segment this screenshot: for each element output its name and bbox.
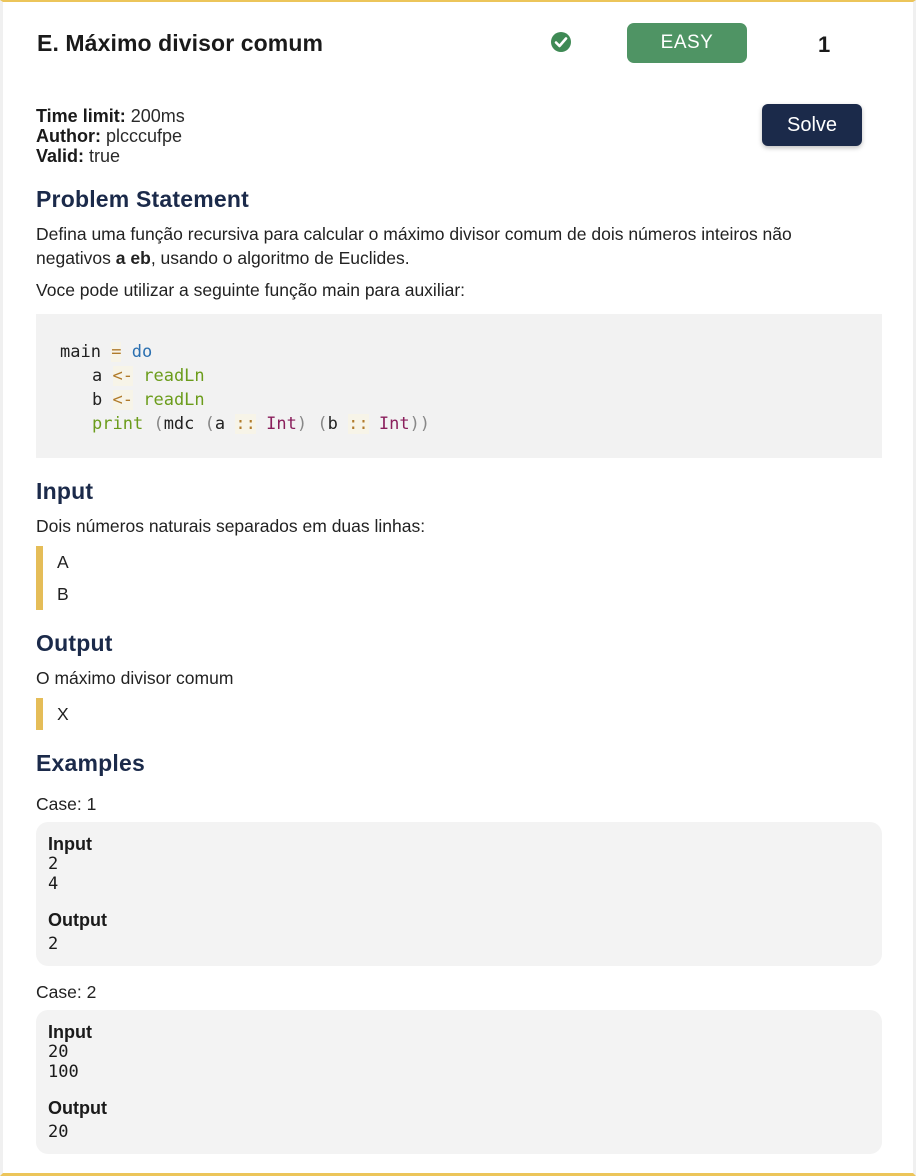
statement-heading: Problem Statement	[36, 186, 250, 212]
example-input-line: 2	[48, 854, 59, 874]
code-token: readLn	[143, 390, 205, 410]
example-input-line: 20	[48, 1042, 69, 1062]
example-input-line: 4	[48, 874, 59, 894]
problem-title: E. Máximo divisor comum	[37, 30, 324, 56]
statement-text-bold: a eb	[115, 248, 151, 268]
valid-label: Valid:	[36, 146, 85, 166]
example-case-1: Input 2 4 Output 2	[36, 822, 882, 966]
example-input-label: Input	[48, 834, 92, 854]
code-token: ::	[235, 414, 256, 434]
code-token: (	[153, 414, 164, 434]
example-input-label: Input	[48, 1022, 92, 1042]
author-label: Author:	[36, 126, 101, 146]
code-token: mdc	[163, 414, 195, 434]
case-label: Case: 1	[36, 794, 97, 814]
code-token: )	[296, 414, 308, 434]
code-line-2: a <- readLn	[92, 364, 205, 388]
statement-text-after: , usando o algoritmo de Euclides.	[150, 248, 410, 268]
author-value: plcccufpe	[106, 126, 183, 146]
code-token: main	[60, 342, 101, 362]
code-line-4: print (mdc (a :: Int) (b :: Int))	[92, 412, 430, 436]
example-output-value: 2	[48, 934, 59, 954]
input-text: Dois números naturais separados em duas …	[36, 516, 426, 536]
code-block: main = do a <- readLn b <- readLn print …	[36, 314, 882, 458]
output-text: O máximo divisor comum	[36, 668, 234, 688]
code-token: a	[92, 366, 103, 386]
output-line-x: X	[57, 704, 69, 724]
examples-heading: Examples	[36, 750, 145, 776]
code-token: Int	[266, 414, 297, 434]
code-token: b	[327, 414, 338, 434]
case-label: Case: 2	[36, 982, 97, 1002]
difficulty-badge: EASY	[627, 23, 747, 63]
example-case-2: Input 20 100 Output 20	[36, 1010, 882, 1154]
code-token: <-	[112, 366, 133, 386]
input-line-b: B	[57, 584, 69, 604]
helper-text: Voce pode utilizar a seguinte função mai…	[36, 280, 466, 300]
code-token: ::	[348, 414, 369, 434]
code-token: do	[131, 342, 153, 362]
example-input-line: 100	[48, 1062, 79, 1082]
code-token: ))	[409, 414, 431, 434]
code-token: (	[317, 414, 328, 434]
output-quote-bar	[36, 698, 43, 730]
time-limit-label: Time limit:	[36, 106, 126, 126]
time-limit: Time limit: 200ms	[36, 106, 185, 126]
code-token: b	[92, 390, 103, 410]
time-limit-value: 200ms	[130, 106, 185, 126]
code-token: readLn	[143, 366, 205, 386]
code-line-1: main = do	[60, 340, 152, 364]
solve-button[interactable]: Solve	[762, 104, 862, 146]
example-output-label: Output	[48, 910, 107, 930]
code-line-3: b <- readLn	[92, 388, 205, 412]
check-circle-icon	[551, 32, 571, 52]
code-token: a	[214, 414, 226, 434]
valid: Valid: true	[36, 146, 120, 166]
example-output-value: 20	[48, 1122, 69, 1142]
author: Author: plcccufpe	[36, 126, 182, 146]
code-token: Int	[378, 414, 410, 434]
problem-card: E. Máximo divisor comum EASY 1 Time limi…	[0, 0, 916, 1176]
statement-text: Defina uma função recursiva para calcula…	[36, 222, 866, 270]
code-token: (	[204, 414, 215, 434]
input-line-a: A	[57, 552, 69, 572]
problem-count: 1	[818, 32, 831, 57]
input-heading: Input	[36, 478, 94, 504]
code-token: <-	[112, 390, 133, 410]
output-heading: Output	[36, 630, 113, 656]
code-token: print	[92, 414, 144, 434]
code-token: =	[111, 342, 122, 362]
valid-value: true	[89, 146, 121, 166]
example-output-label: Output	[48, 1098, 107, 1118]
input-quote-bar	[36, 546, 43, 610]
